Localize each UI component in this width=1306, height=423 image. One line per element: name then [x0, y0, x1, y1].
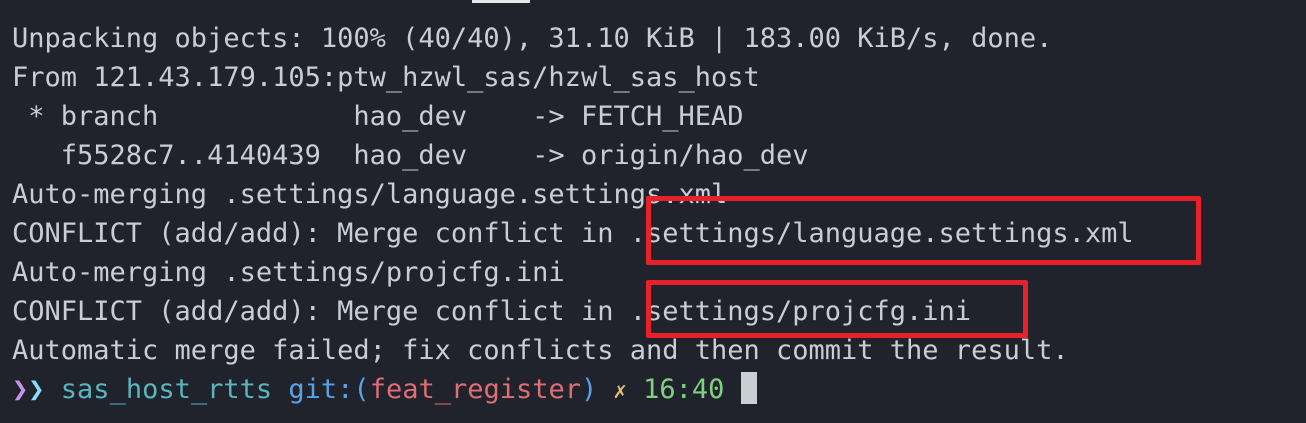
prompt-dirty-marker-icon: ✗ [613, 379, 627, 404]
terminal-line-branch-update: f5528c7..4140439 hao_dev -> origin/hao_d… [12, 140, 809, 171]
prompt-arrow-icon: ❯ [12, 374, 29, 405]
terminal-line-from-remote: From 121.43.179.105:ptw_hzwl_sas/hzwl_sa… [12, 62, 760, 93]
prompt-paren-open: ( [353, 374, 370, 405]
terminal-cursor[interactable] [740, 372, 757, 404]
top-edge-marker [472, 0, 530, 3]
prompt-directory: sas_host_rtts [60, 374, 273, 405]
shell-prompt[interactable]: ❯❯ sas_host_rtts git:(feat_register) ✗ 1… [12, 370, 1306, 409]
terminal-line-branch-fetch-head: * branch hao_dev -> FETCH_HEAD [12, 101, 744, 132]
prompt-paren-close: ) [581, 374, 598, 405]
prompt-time: 16:40 [643, 374, 725, 405]
prompt-branch-name: feat_register [369, 374, 582, 405]
prompt-git-label: git: [288, 374, 354, 405]
terminal-line-unpacking: Unpacking objects: 100% (40/40), 31.10 K… [12, 23, 1053, 54]
highlight-box-projcfg [646, 280, 1028, 338]
highlight-box-language-settings [646, 196, 1201, 265]
prompt-arrow-icon-2: ❯ [28, 374, 45, 405]
